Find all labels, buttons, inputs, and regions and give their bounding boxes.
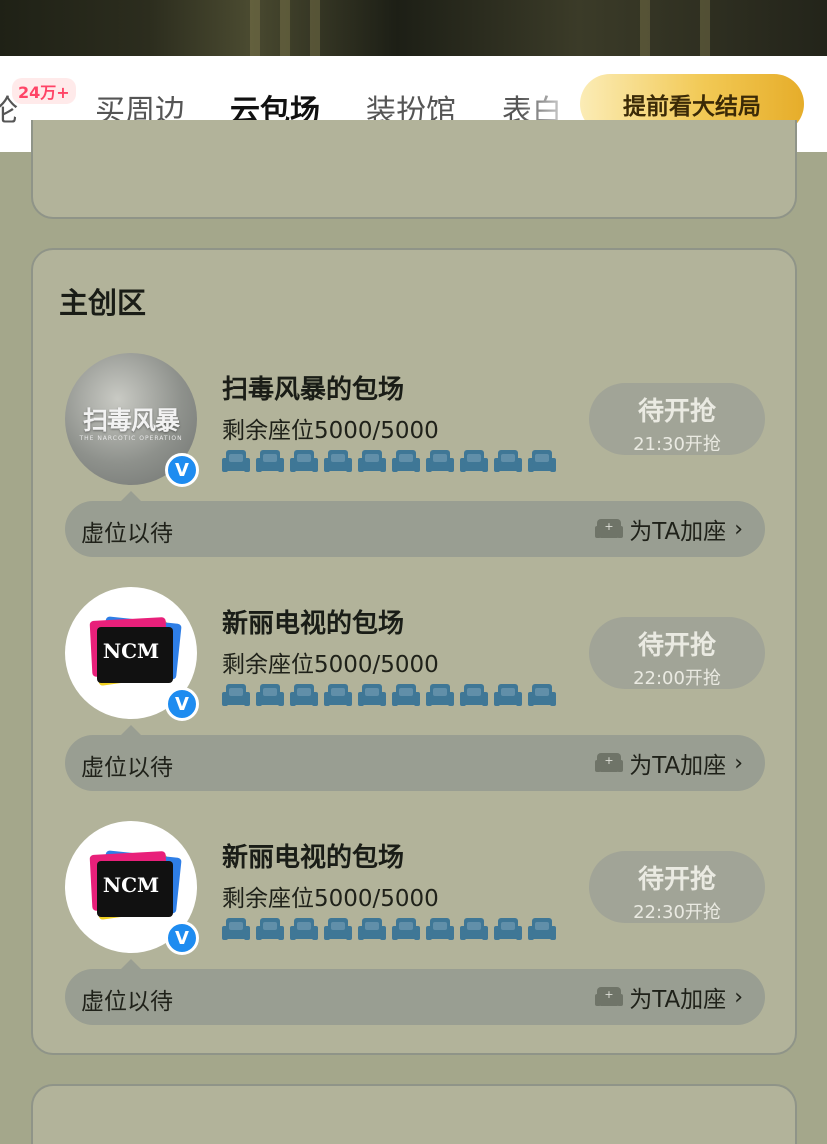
empty-seat-text: 虚位以待	[81, 755, 173, 781]
sofa-icon	[426, 449, 454, 475]
sofa-icon	[358, 683, 386, 709]
grab-start-time: 22:00开抢	[633, 668, 721, 689]
room-name: 新丽电视的包场	[222, 843, 405, 873]
empty-seat-text: 虚位以待	[81, 989, 173, 1015]
add-seat-button[interactable]: + 为TA加座 ›	[595, 513, 743, 545]
svg-text:+: +	[605, 754, 614, 767]
add-seat-button[interactable]: + 为TA加座 ›	[595, 747, 743, 779]
sofa-icon	[290, 683, 318, 709]
avatar-subtitle-text: THE NARCOTIC OPERATION	[79, 435, 183, 442]
sofa-icon	[222, 449, 250, 475]
sofa-icon	[256, 683, 284, 709]
verified-v-icon: V	[165, 687, 199, 721]
hero-banner-image	[0, 0, 827, 56]
grab-seat-button[interactable]: 待开抢 22:00开抢	[589, 617, 765, 689]
sofa-icon	[426, 683, 454, 709]
svg-text:+: +	[605, 988, 614, 1001]
sofa-icon	[324, 449, 352, 475]
verified-v-icon: V	[165, 453, 199, 487]
remaining-seats: 剩余座位5000/5000	[222, 652, 439, 678]
next-section-card	[31, 1084, 797, 1144]
remaining-seats: 剩余座位5000/5000	[222, 418, 439, 444]
sofa-icon	[358, 449, 386, 475]
grab-seat-button[interactable]: 待开抢 21:30开抢	[589, 383, 765, 455]
verified-v-icon: V	[165, 921, 199, 955]
sofa-row	[222, 683, 556, 709]
sofa-icon	[256, 917, 284, 943]
sofa-icon	[528, 917, 556, 943]
avatar-logo-text: NCM	[102, 639, 160, 663]
grab-button-label: 待开抢	[637, 865, 716, 895]
remaining-seats: 剩余座位5000/5000	[222, 886, 439, 912]
sofa-icon	[290, 917, 318, 943]
svg-text:+: +	[605, 520, 614, 533]
grab-start-time: 22:30开抢	[633, 902, 721, 923]
creators-section-card: 主创区 扫毒风暴 THE NARCOTIC OPERATION V 扫毒风暴的包…	[31, 248, 797, 1055]
sofa-icon	[494, 449, 522, 475]
grab-button-label: 待开抢	[637, 631, 716, 661]
sofa-icon	[426, 917, 454, 943]
sofa-icon	[392, 683, 420, 709]
sofa-icon	[460, 683, 488, 709]
add-seat-label: 为TA加座	[629, 519, 727, 545]
sofa-icon	[392, 449, 420, 475]
sofa-row	[222, 917, 556, 943]
seat-bar: 虚位以待 + 为TA加座 ›	[65, 959, 765, 1025]
sofa-icon	[222, 683, 250, 709]
sofa-icon	[392, 917, 420, 943]
seat-bar: 虚位以待 + 为TA加座 ›	[65, 725, 765, 791]
sofa-row	[222, 449, 556, 475]
chevron-right-icon: ›	[734, 984, 743, 1010]
sofa-icon	[494, 917, 522, 943]
sofa-icon	[222, 917, 250, 943]
add-seat-label: 为TA加座	[629, 753, 727, 779]
chevron-right-icon: ›	[734, 516, 743, 542]
add-seat-icon: +	[595, 987, 624, 1006]
screening-room-item: NCM V 新丽电视的包场 剩余座位5000/5000 待开抢 22:00开抢 …	[33, 587, 799, 821]
avatar-logo-text: NCM	[102, 873, 160, 897]
sofa-icon	[358, 917, 386, 943]
section-title: 主创区	[59, 286, 147, 320]
empty-seat-text: 虚位以待	[81, 521, 173, 547]
add-seat-icon: +	[595, 753, 624, 772]
sofa-icon	[528, 683, 556, 709]
seat-bar: 虚位以待 + 为TA加座 ›	[65, 491, 765, 557]
room-name: 扫毒风暴的包场	[222, 375, 405, 405]
add-seat-button[interactable]: + 为TA加座 ›	[595, 981, 743, 1013]
screening-room-item: NCM V 新丽电视的包场 剩余座位5000/5000 待开抢 22:30开抢 …	[33, 821, 799, 1055]
seat-bar-pointer	[121, 725, 141, 735]
previous-section-card	[31, 120, 797, 219]
sofa-icon	[460, 449, 488, 475]
tab-count-badge: 24万+	[12, 78, 76, 104]
chevron-right-icon: ›	[734, 750, 743, 776]
screening-room-item: 扫毒风暴 THE NARCOTIC OPERATION V 扫毒风暴的包场 剩余…	[33, 353, 799, 587]
grab-start-time: 21:30开抢	[633, 434, 721, 455]
avatar-title-text: 扫毒风暴	[82, 406, 180, 435]
sofa-icon	[324, 917, 352, 943]
sofa-icon	[528, 449, 556, 475]
grab-seat-button[interactable]: 待开抢 22:30开抢	[589, 851, 765, 923]
sofa-icon	[256, 449, 284, 475]
sofa-icon	[494, 683, 522, 709]
grab-button-label: 待开抢	[637, 397, 716, 427]
sofa-icon	[460, 917, 488, 943]
seat-bar-pointer	[121, 959, 141, 969]
add-seat-icon: +	[595, 519, 624, 538]
add-seat-label: 为TA加座	[629, 987, 727, 1013]
seat-bar-pointer	[121, 491, 141, 501]
room-name: 新丽电视的包场	[222, 609, 405, 639]
sofa-icon	[290, 449, 318, 475]
sofa-icon	[324, 683, 352, 709]
